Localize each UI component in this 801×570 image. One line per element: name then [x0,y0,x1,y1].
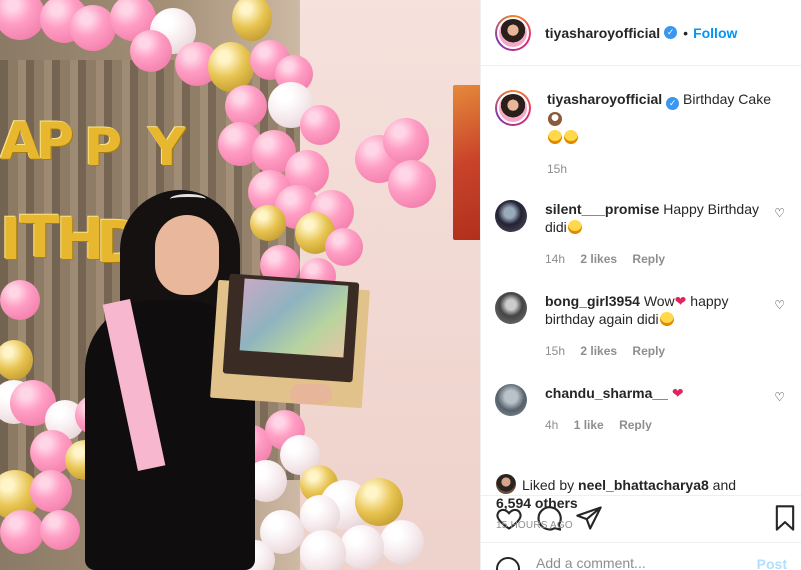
balloon [355,478,403,526]
star-eyes-emoji-icon [659,312,674,326]
commenter-avatar[interactable] [495,292,527,324]
balloon [0,510,44,554]
balloon [70,5,116,51]
hand [290,384,332,404]
balloon [130,30,172,72]
comment-body: bong_girl3954 Wow❤ happy birthday again … [545,292,770,360]
balloon [40,510,80,550]
caption-row: tiyasharoyofficial ✓ Birthday Cake 15h [481,90,801,178]
banner-letter: Y [148,118,186,178]
like-comment-heart-icon[interactable]: ♡ [774,206,785,220]
comment-text: Wow [643,293,675,309]
comment-time[interactable]: 4h [545,418,558,431]
heart-eyes-emoji-icon [564,130,578,144]
comment-row: chandu_sharma__ ❤ 4h 1 like Reply ♡ [481,384,801,431]
banner-letter: I [0,205,22,273]
banner-letter: P [84,118,123,178]
caption-username[interactable]: tiyasharoyofficial [547,91,662,107]
comment-username[interactable]: bong_girl3954 [545,293,640,309]
commenter-avatar[interactable] [495,200,527,232]
comment-time[interactable]: 14h [545,252,565,266]
balloon [0,280,40,320]
comment-time[interactable]: 15h [545,344,565,358]
balloon [232,0,272,41]
balloon [388,160,436,208]
likes-others[interactable]: 6,594 others [496,495,578,511]
comment-meta: 4h 1 like Reply [545,416,770,431]
comment-body: silent___promise Happy Birthday didi 14h… [545,200,770,268]
commenter-avatar[interactable] [495,384,527,416]
balloon [300,495,340,535]
star-eyes-emoji-icon [567,220,582,234]
reply-button[interactable]: Reply [632,252,665,266]
caption-text: Birthday Cake [683,91,771,107]
verified-badge-icon: ✓ [666,97,680,110]
caption-body: tiyasharoyofficial ✓ Birthday Cake 15h [547,90,772,178]
caption-avatar[interactable] [495,90,531,126]
likes-middle: and [708,477,737,493]
like-comment-heart-icon[interactable]: ♡ [774,298,785,312]
banner-letter: T [20,203,60,271]
tiara [170,194,206,204]
follow-button[interactable]: Follow [693,25,737,41]
post-photo[interactable]: A P P Y I T H D A [0,0,480,570]
header-separator: • [683,24,689,41]
wall-painting [453,85,480,240]
header-username[interactable]: tiyasharoyofficial [545,25,660,41]
comment-meta: 15h 2 likes Reply [545,342,770,360]
comment-row: bong_girl3954 Wow❤ happy birthday again … [481,292,801,360]
likes-summary: Liked by neel_bhattacharya8 and 6,594 ot… [496,474,786,512]
balloon [340,525,384,569]
banner-letter: P [36,112,75,172]
post-header: tiyasharoyofficial ✓ • Follow [481,0,801,66]
comment-likes[interactable]: 2 likes [580,344,617,358]
likes-prefix: Liked by [522,477,579,493]
caption-time[interactable]: 15h [547,162,567,176]
red-heart-emoji-icon: ❤ [671,385,684,401]
balloon [300,530,346,570]
comment-meta: 14h 2 likes Reply [545,250,770,268]
balloon [383,118,429,164]
liker-avatar[interactable] [496,474,516,494]
person-face [155,215,219,295]
caption-meta: 15h [547,160,772,178]
add-comment-bar: Add a comment... Post [480,542,801,570]
reply-button[interactable]: Reply [632,344,665,358]
balloon [250,205,286,241]
like-comment-heart-icon[interactable]: ♡ [774,390,785,404]
balloon [380,520,424,564]
banner-letter: A [0,112,41,172]
star-eyes-emoji-icon [548,130,562,144]
reply-button[interactable]: Reply [619,418,652,431]
balloon [300,105,340,145]
emoji-smiley-icon[interactable] [496,557,520,570]
cake-photo-print [239,278,349,358]
liker-username[interactable]: neel_bhattacharya8 [578,477,709,493]
comment-likes[interactable]: 2 likes [580,252,617,266]
comment-body: chandu_sharma__ ❤ 4h 1 like Reply [545,384,770,431]
header-user: tiyasharoyofficial ✓ • Follow [545,25,737,41]
avatar[interactable] [495,14,531,51]
post-timestamp[interactable]: 15 HOURS AGO [496,520,573,531]
comment-likes[interactable]: 1 like [574,418,604,431]
balloon [325,228,363,266]
comment-row: silent___promise Happy Birthday didi 14h… [481,200,801,268]
post-comment-button[interactable]: Post [757,556,787,570]
cake-emoji-icon [548,112,562,126]
comment-username[interactable]: chandu_sharma__ [545,385,668,401]
balloon [30,470,72,512]
comment-username[interactable]: silent___promise [545,201,659,217]
add-comment-input[interactable]: Add a comment... [536,555,646,570]
red-heart-emoji-icon: ❤ [674,293,687,309]
comments-list[interactable]: tiyasharoyofficial ✓ Birthday Cake 15h si… [481,66,801,431]
balloon [0,0,45,40]
balloon [225,85,267,127]
verified-badge-icon: ✓ [664,26,678,39]
